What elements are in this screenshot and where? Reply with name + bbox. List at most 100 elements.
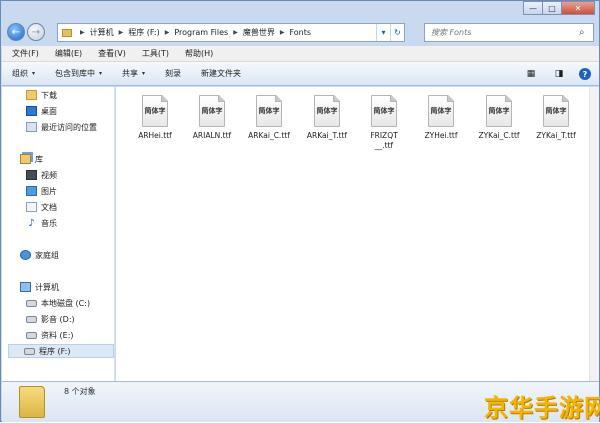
breadcrumb-separator-icon[interactable]: ▶ <box>80 29 85 36</box>
title-bar: — □ ✕ <box>1 1 600 21</box>
sidebar-item-homegroup[interactable]: 家庭组 <box>20 248 59 262</box>
sidebar-item-downloads[interactable]: 下载 <box>26 88 57 102</box>
navigation-pane: 下载 桌面 最近访问的位置 库 视频 图片 文档 ♪ 音乐 家庭组 计算机 本地… <box>2 87 115 381</box>
share-label: 共享 <box>122 69 139 78</box>
drive-icon <box>26 331 37 339</box>
sidebar-item-desktop[interactable]: 桌面 <box>26 104 57 118</box>
burn-button[interactable]: 刻录 <box>155 68 191 79</box>
change-view-icon[interactable]: ▦ <box>523 66 539 82</box>
menu-tools[interactable]: 工具(T) <box>132 48 175 59</box>
address-bar[interactable]: ▶ 计算机 ▶ 程序 (F:) ▶ Program Files ▶ 魔兽世界 ▶… <box>57 23 405 42</box>
file-name: ARIALN.ttf <box>192 131 232 140</box>
preview-pane-icon[interactable]: ◨ <box>551 66 567 82</box>
menu-file[interactable]: 文件(F) <box>2 48 45 59</box>
breadcrumb-separator-icon[interactable]: ▶ <box>119 29 124 36</box>
sidebar-item-videos[interactable]: 视频 <box>26 168 57 182</box>
sidebar-item-label: 音乐 <box>41 218 57 228</box>
file-item[interactable]: 简体字 ARKai_T.ttf <box>300 95 354 141</box>
organize-label: 组织 <box>12 69 28 78</box>
font-file-icon: 简体字 <box>543 95 569 127</box>
forward-button[interactable]: → <box>27 23 45 41</box>
file-item[interactable]: 简体字 ARKai_C.ttf <box>242 95 296 141</box>
file-item[interactable]: 简体字 ARIALN.ttf <box>185 95 239 141</box>
maximize-button[interactable]: □ <box>542 1 562 15</box>
help-icon[interactable]: ? <box>579 68 591 80</box>
breadcrumb-fonts[interactable]: Fonts <box>289 28 311 37</box>
download-folder-icon <box>26 90 37 100</box>
sidebar-item-music[interactable]: ♪ 音乐 <box>26 216 57 230</box>
minimize-button[interactable]: — <box>523 1 543 15</box>
sidebar-item-computer[interactable]: 计算机 <box>20 280 59 294</box>
menu-help[interactable]: 帮助(H) <box>175 48 219 59</box>
sidebar-item-label: 资料 (E:) <box>41 330 74 340</box>
search-icon[interactable]: ⌕ <box>579 27 593 38</box>
include-library-label: 包含到库中 <box>55 69 96 78</box>
breadcrumb-separator-icon[interactable]: ▶ <box>165 29 170 36</box>
breadcrumb-computer[interactable]: 计算机 <box>90 27 114 38</box>
documents-icon <box>26 202 37 212</box>
library-icon <box>20 154 31 164</box>
drive-icon <box>24 347 35 355</box>
sidebar-item-drive-d[interactable]: 影音 (D:) <box>26 312 75 326</box>
refresh-icon[interactable]: ↻ <box>390 24 404 41</box>
sidebar-item-label: 程序 (F:) <box>39 346 71 356</box>
view-controls: ▦ ◨ ? <box>511 66 591 82</box>
close-button[interactable]: ✕ <box>561 1 595 15</box>
breadcrumb-wow[interactable]: 魔兽世界 <box>243 27 275 38</box>
vertical-scrollbar[interactable] <box>589 87 599 381</box>
font-file-icon: 简体字 <box>314 95 340 127</box>
breadcrumb-program-files[interactable]: Program Files <box>174 28 228 37</box>
file-item[interactable]: 简体字 FRIZQT__.ttf <box>357 95 411 151</box>
drive-icon <box>26 315 37 323</box>
file-item[interactable]: 简体字 ZYKai_T.ttf <box>529 95 583 141</box>
desktop-icon <box>26 106 37 116</box>
homegroup-icon <box>20 250 31 260</box>
file-item[interactable]: 简体字 ARHei.ttf <box>128 95 182 141</box>
include-in-library-button[interactable]: 包含到库中 ▾ <box>45 68 112 79</box>
share-button[interactable]: 共享 ▾ <box>112 68 155 79</box>
sidebar-item-pictures[interactable]: 图片 <box>26 184 57 198</box>
sidebar-item-libraries[interactable]: 库 <box>20 152 43 166</box>
file-name: ARKai_T.ttf <box>306 131 348 140</box>
file-name: FRIZQT__.ttf <box>370 131 398 150</box>
font-file-icon: 简体字 <box>428 95 454 127</box>
sidebar-item-label: 文档 <box>41 202 57 212</box>
sidebar-item-label: 下载 <box>41 90 57 100</box>
menu-edit[interactable]: 编辑(E) <box>45 48 88 59</box>
file-name: ZYKai_T.ttf <box>536 131 576 140</box>
sidebar-item-drive-e[interactable]: 资料 (E:) <box>26 328 74 342</box>
search-box: ⌕ <box>424 23 594 42</box>
sidebar-item-drive-f[interactable]: 程序 (F:) <box>8 344 114 358</box>
breadcrumb-drive[interactable]: 程序 (F:) <box>128 27 159 38</box>
chevron-down-icon: ▾ <box>142 70 146 77</box>
menu-view[interactable]: 查看(V) <box>88 48 132 59</box>
recent-places-icon <box>26 122 37 132</box>
file-name: ZYHei.ttf <box>424 131 458 140</box>
sidebar-item-documents[interactable]: 文档 <box>26 200 57 214</box>
back-button[interactable]: ← <box>7 23 25 41</box>
font-file-icon: 简体字 <box>256 95 282 127</box>
new-folder-button[interactable]: 新建文件夹 <box>191 68 251 79</box>
folder-icon <box>19 386 45 418</box>
sidebar-item-label: 影音 (D:) <box>41 314 75 324</box>
organize-button[interactable]: 组织 ▾ <box>2 68 45 79</box>
sidebar-item-label: 计算机 <box>35 282 59 292</box>
breadcrumb-separator-icon[interactable]: ▶ <box>280 29 285 36</box>
breadcrumb-separator-icon[interactable]: ▶ <box>233 29 238 36</box>
pictures-icon <box>26 186 37 196</box>
window-controls: — □ ✕ <box>523 1 595 15</box>
font-file-icon: 简体字 <box>371 95 397 127</box>
file-item[interactable]: 简体字 ZYHei.ttf <box>414 95 468 141</box>
computer-icon <box>20 282 31 292</box>
search-input[interactable] <box>425 28 579 37</box>
chevron-down-icon: ▾ <box>99 70 103 77</box>
address-dropdown-icon[interactable]: ▾ <box>376 24 390 41</box>
navigation-bar: ← → ▶ 计算机 ▶ 程序 (F:) ▶ Program Files ▶ 魔兽… <box>1 21 600 45</box>
sidebar-item-label: 本地磁盘 (C:) <box>41 298 91 308</box>
file-name: ZYKai_C.ttf <box>478 131 520 140</box>
folder-icon <box>62 28 72 37</box>
sidebar-item-drive-c[interactable]: 本地磁盘 (C:) <box>26 296 90 310</box>
menu-bar: 文件(F) 编辑(E) 查看(V) 工具(T) 帮助(H) <box>2 46 599 62</box>
sidebar-item-recent-places[interactable]: 最近访问的位置 <box>26 120 97 134</box>
file-item[interactable]: 简体字 ZYKai_C.ttf <box>472 95 526 141</box>
